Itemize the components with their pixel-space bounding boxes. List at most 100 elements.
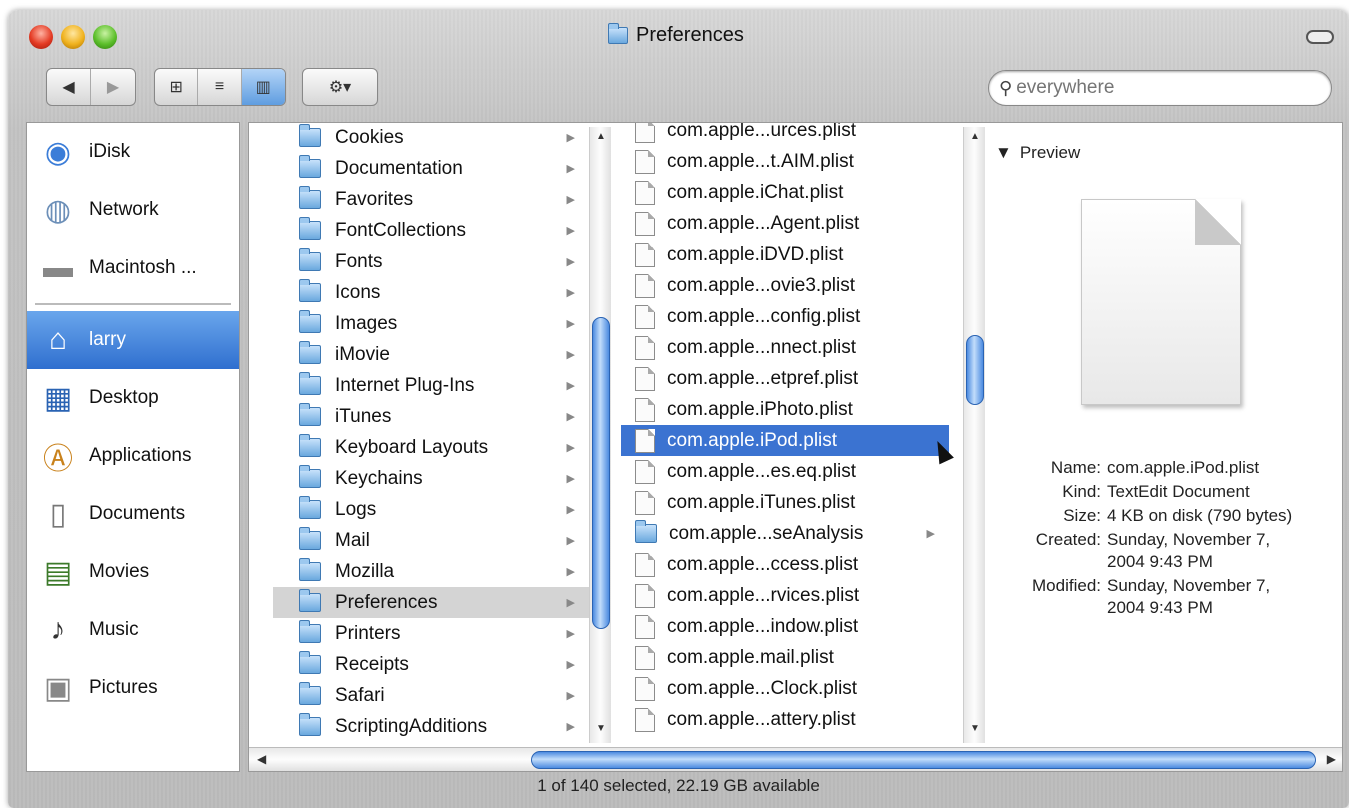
scroll-down-arrow[interactable]: ▼ [590, 723, 611, 739]
file-row[interactable]: com.apple...Clock.plist [621, 673, 949, 704]
folder-row[interactable]: Logs ▶ [273, 494, 589, 525]
folder-row[interactable]: Receipts ▶ [273, 649, 589, 680]
folder-icon [299, 651, 321, 674]
folder-label: Keychains [335, 467, 423, 489]
folder-label: Images [335, 312, 398, 334]
sidebar-item-desktop[interactable]: ▦ Desktop [27, 369, 239, 427]
list-view-button[interactable]: ≡ [198, 69, 242, 105]
documents-icon: ▯ [49, 497, 67, 531]
file-row[interactable]: com.apple...t.AIM.plist [621, 146, 949, 177]
zoom-button[interactable] [93, 25, 117, 49]
folder-row[interactable]: Cookies ▶ [273, 123, 589, 153]
folder-row[interactable]: iMovie ▶ [273, 339, 589, 370]
folder-row[interactable]: Mozilla ▶ [273, 556, 589, 587]
file-row[interactable]: com.apple...config.plist [621, 301, 949, 332]
scroll-right-arrow[interactable]: ▶ [1327, 752, 1336, 766]
info-name-value: com.apple.iPod.plist [1107, 458, 1260, 477]
status-bar: 1 of 140 selected, 22.19 GB available [537, 776, 820, 795]
library-column-scrollbar[interactable]: ▲ ▼ [589, 127, 611, 743]
file-row[interactable]: com.apple...indow.plist [621, 611, 949, 642]
document-preview-icon [1081, 199, 1241, 405]
search-field[interactable]: ⚲ [988, 70, 1332, 106]
sidebar-item-pictures[interactable]: ▣ Pictures [27, 659, 239, 717]
folder-row[interactable]: Icons ▶ [273, 277, 589, 308]
sidebar-item-macintosh-hd[interactable]: ▬ Macintosh ... [27, 239, 239, 297]
sidebar-item-documents[interactable]: ▯ Documents [27, 485, 239, 543]
folder-row[interactable]: Printers ▶ [273, 618, 589, 649]
folder-row[interactable]: com.apple...seAnalysis ▶ [621, 518, 949, 549]
sidebar-item-larry[interactable]: ⌂ larry [27, 311, 239, 369]
finder-window: Preferences ◀ ▶ ⊞ ≡ ▥ ⚙▾ ⚲ ◉ iDisk ◍ Net… [8, 10, 1349, 808]
disclosure-triangle-icon[interactable]: ▼ [995, 143, 1012, 163]
folder-row[interactable]: Safari ▶ [273, 680, 589, 711]
toolbar-toggle-button[interactable] [1306, 30, 1334, 44]
folder-row[interactable]: Internet Plug-Ins ▶ [273, 370, 589, 401]
folder-icon [299, 589, 321, 612]
folder-icon [299, 496, 321, 519]
close-button[interactable] [29, 25, 53, 49]
scroll-up-arrow[interactable]: ▲ [590, 131, 611, 147]
sidebar-item-movies[interactable]: ▤ Movies [27, 543, 239, 601]
pictures-icon: ▣ [43, 671, 73, 705]
file-row[interactable]: com.apple.iChat.plist [621, 177, 949, 208]
folder-icon [635, 520, 657, 543]
folder-row[interactable]: Mail ▶ [273, 525, 589, 556]
forward-button[interactable]: ▶ [91, 69, 135, 105]
folder-row[interactable]: Documentation ▶ [273, 153, 589, 184]
applications-icon: Ⓐ [43, 443, 73, 476]
file-row[interactable]: com.apple...rvices.plist [621, 580, 949, 611]
file-row[interactable]: com.apple.iPod.plist [621, 425, 949, 456]
folder-row[interactable]: Fonts ▶ [273, 246, 589, 277]
file-row[interactable]: com.apple...ccess.plist [621, 549, 949, 580]
file-row[interactable]: com.apple.iDVD.plist [621, 239, 949, 270]
file-row[interactable]: com.apple.iTunes.plist [621, 487, 949, 518]
nav-buttons: ◀ ▶ [46, 68, 136, 106]
minimize-button[interactable] [61, 25, 85, 49]
scroll-thumb[interactable] [592, 317, 610, 629]
preferences-column-scrollbar[interactable]: ▲ ▼ [963, 127, 985, 743]
sidebar-item-music[interactable]: ♪ Music [27, 601, 239, 659]
document-icon [635, 180, 655, 205]
sidebar-item-label: Macintosh ... [89, 257, 197, 278]
horizontal-scroll-thumb[interactable] [531, 751, 1316, 769]
file-row[interactable]: com.apple...urces.plist [621, 123, 949, 146]
action-gear-button[interactable]: ⚙▾ [303, 69, 377, 105]
back-button[interactable]: ◀ [47, 69, 92, 105]
document-icon [635, 123, 655, 143]
disclosure-arrow-icon: ▶ [566, 225, 575, 237]
scroll-down-arrow[interactable]: ▼ [964, 723, 986, 739]
folder-row[interactable]: ScriptingAdditions ▶ [273, 711, 589, 742]
column-view-button[interactable]: ▥ [241, 69, 285, 105]
sidebar-item-applications[interactable]: Ⓐ Applications [27, 427, 239, 485]
file-row[interactable]: com.apple...etpref.plist [621, 363, 949, 394]
sidebar-item-network[interactable]: ◍ Network [27, 181, 239, 239]
disclosure-arrow-icon: ▶ [566, 721, 575, 733]
search-input[interactable] [1016, 77, 1307, 99]
file-row[interactable]: com.apple...nnect.plist [621, 332, 949, 363]
file-label: com.apple...indow.plist [667, 615, 859, 637]
file-row[interactable]: com.apple...es.eq.plist [621, 456, 949, 487]
file-label: com.apple...urces.plist [667, 123, 857, 141]
document-icon [635, 490, 655, 515]
folder-row[interactable]: iTunes ▶ [273, 401, 589, 432]
file-row[interactable]: com.apple...attery.plist [621, 704, 949, 735]
scroll-thumb[interactable] [966, 335, 984, 405]
folder-row[interactable]: Favorites ▶ [273, 184, 589, 215]
scroll-left-arrow[interactable]: ◀ [257, 752, 266, 766]
horizontal-scrollbar[interactable]: ◀ ▶ [249, 747, 1342, 771]
scroll-up-arrow[interactable]: ▲ [964, 131, 986, 147]
disclosure-arrow-icon: ▶ [566, 535, 575, 547]
folder-row[interactable]: Preferences ▶ [273, 587, 589, 618]
sidebar-item-idisk[interactable]: ◉ iDisk [27, 123, 239, 181]
folder-row[interactable]: Keychains ▶ [273, 463, 589, 494]
folder-row[interactable]: FontCollections ▶ [273, 215, 589, 246]
info-label: Created: [1035, 530, 1101, 549]
file-row[interactable]: com.apple...ovie3.plist [621, 270, 949, 301]
file-row[interactable]: com.apple.mail.plist [621, 642, 949, 673]
file-row[interactable]: com.apple.iPhoto.plist [621, 394, 949, 425]
file-row[interactable]: com.apple...Agent.plist [621, 208, 949, 239]
folder-icon [299, 682, 321, 705]
folder-row[interactable]: Keyboard Layouts ▶ [273, 432, 589, 463]
icon-view-button[interactable]: ⊞ [155, 69, 199, 105]
folder-row[interactable]: Images ▶ [273, 308, 589, 339]
